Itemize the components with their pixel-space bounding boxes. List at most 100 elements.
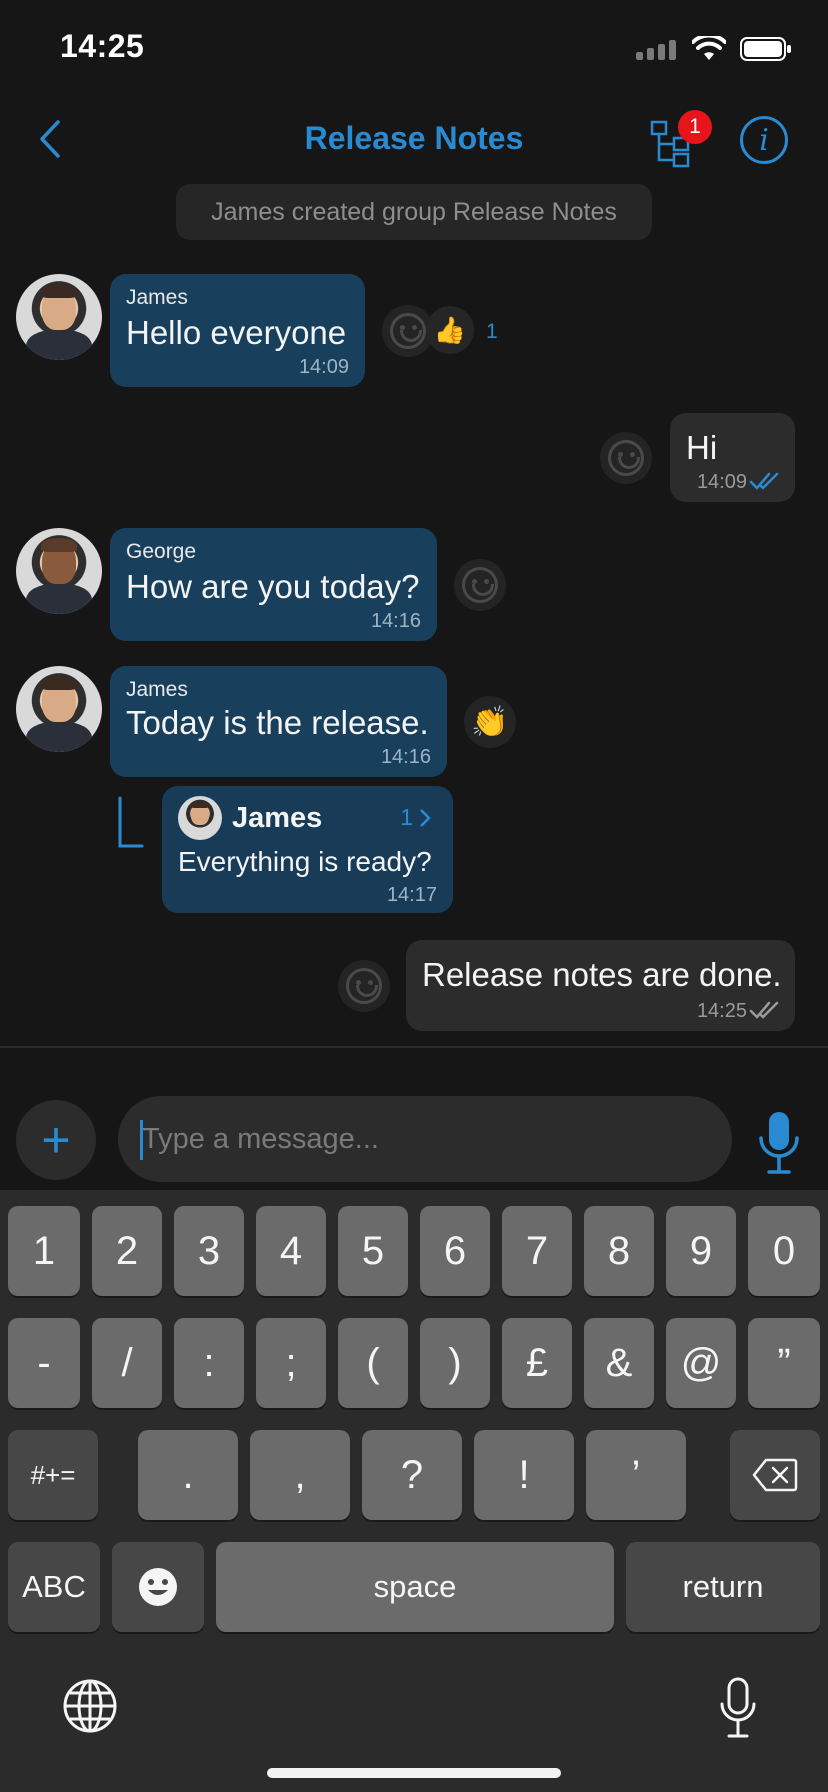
emoji-key[interactable] (112, 1542, 204, 1632)
status-icons (636, 36, 792, 62)
key-pound[interactable]: £ (502, 1318, 572, 1408)
microphone-icon (720, 1677, 756, 1738)
chevron-right-icon (420, 808, 431, 827)
notification-badge: 1 (678, 110, 712, 144)
message-time: 14:17 (386, 884, 437, 906)
key-question[interactable]: ? (362, 1430, 462, 1520)
key-4[interactable]: 4 (256, 1206, 326, 1296)
key-6[interactable]: 6 (420, 1206, 490, 1296)
message-bubble[interactable]: George How are you today? 14:16 (110, 528, 437, 641)
clapping-hands-icon: 👏 (471, 705, 509, 739)
key-colon[interactable]: : (174, 1318, 244, 1408)
smiley-icon (390, 313, 426, 349)
key-2[interactable]: 2 (92, 1206, 162, 1296)
thread-count[interactable]: 1 (400, 804, 431, 831)
language-button[interactable] (62, 1678, 118, 1734)
thread-count-value: 1 (400, 804, 413, 830)
key-9[interactable]: 9 (666, 1206, 736, 1296)
message-time: 14:16 (370, 610, 421, 632)
key-comma[interactable]: , (250, 1430, 350, 1520)
add-attachment-button[interactable]: + (16, 1100, 96, 1180)
status-bar: 14:25 (0, 0, 828, 100)
key-semicolon[interactable]: ; (256, 1318, 326, 1408)
sender-name: George (126, 540, 197, 563)
sender-name: James (126, 286, 188, 309)
reaction-chip[interactable]: 👏 (464, 696, 516, 748)
message-bubble[interactable]: James Today is the release. 14:16 (110, 666, 447, 777)
info-icon: i (759, 122, 769, 158)
emoji-icon (139, 1568, 177, 1606)
space-key[interactable]: space (216, 1542, 614, 1632)
backspace-icon (752, 1458, 798, 1492)
battery-icon (740, 37, 791, 61)
abc-key[interactable]: ABC (8, 1542, 100, 1632)
add-reaction-button[interactable] (600, 432, 652, 484)
message-composer: + (0, 1048, 828, 1190)
key-quote[interactable]: ” (748, 1318, 820, 1408)
key-close-paren[interactable]: ) (420, 1318, 490, 1408)
return-key[interactable]: return (626, 1542, 820, 1632)
avatar[interactable] (16, 666, 102, 752)
key-period[interactable]: . (138, 1430, 238, 1520)
microphone-icon (759, 1112, 799, 1174)
voice-message-button[interactable] (756, 1108, 802, 1178)
dictation-button[interactable] (718, 1676, 758, 1740)
avatar (178, 796, 222, 840)
key-1[interactable]: 1 (8, 1206, 80, 1296)
message-text: Hello everyone (126, 314, 347, 351)
symbols-key[interactable]: #+= (8, 1430, 98, 1520)
key-5[interactable]: 5 (338, 1206, 408, 1296)
key-hyphen[interactable]: - (8, 1318, 80, 1408)
message-time: 14:16 (380, 746, 431, 768)
message-bubble[interactable]: Hi 14:09 (670, 413, 795, 502)
key-ampersand[interactable]: & (584, 1318, 654, 1408)
avatar[interactable] (16, 274, 102, 360)
message-text: Everything is ready? (178, 846, 432, 877)
key-8[interactable]: 8 (584, 1206, 654, 1296)
reaction-count: 1 (486, 320, 498, 343)
key-open-paren[interactable]: ( (338, 1318, 408, 1408)
info-button[interactable]: i (740, 116, 788, 164)
message-time: 14:09 (298, 356, 349, 378)
message-text: Release notes are done. (422, 956, 782, 993)
delete-key[interactable] (730, 1430, 820, 1520)
sender-name: James (126, 678, 188, 701)
signal-icon (636, 40, 676, 60)
add-reaction-button[interactable] (338, 960, 390, 1012)
avatar[interactable] (16, 528, 102, 614)
key-slash[interactable]: / (92, 1318, 162, 1408)
message-time: 14:09 (696, 471, 747, 493)
globe-icon (63, 1679, 117, 1733)
key-exclamation[interactable]: ! (474, 1430, 574, 1520)
system-message: James created group Release Notes (176, 184, 652, 240)
smiley-icon (346, 968, 382, 1004)
key-3[interactable]: 3 (174, 1206, 244, 1296)
message-input[interactable] (118, 1096, 732, 1182)
message-bubble[interactable]: James Hello everyone 14:09 (110, 274, 365, 387)
reaction-chip[interactable]: 👍 (426, 306, 474, 354)
message-time: 14:25 (696, 1000, 747, 1022)
key-7[interactable]: 7 (502, 1206, 572, 1296)
read-receipt-icon (749, 472, 779, 490)
key-apostrophe[interactable]: ’ (586, 1430, 686, 1520)
thread-connector-icon (118, 796, 144, 848)
message-bubble[interactable]: Release notes are done. 14:25 (406, 940, 795, 1031)
key-0[interactable]: 0 (748, 1206, 820, 1296)
delivered-receipt-icon (749, 1001, 779, 1019)
plus-icon: + (41, 1112, 71, 1168)
thumbs-up-icon: 👍 (433, 314, 467, 345)
message-text: How are you today? (126, 568, 420, 605)
smiley-icon (462, 567, 498, 603)
keyboard: 1 2 3 4 5 6 7 8 9 0 - / : ; ( ) £ & @ ” … (0, 1190, 828, 1792)
thread-reply-bubble[interactable]: James 1 Everything is ready? 14:17 (162, 786, 453, 913)
smiley-icon (608, 440, 644, 476)
nav-bar: Release Notes 1 i (0, 100, 828, 180)
message-text: Today is the release. (126, 704, 429, 741)
wifi-icon (692, 36, 726, 60)
home-indicator[interactable] (267, 1768, 561, 1778)
key-at[interactable]: @ (666, 1318, 736, 1408)
add-reaction-button[interactable] (454, 559, 506, 611)
message-text: Hi (686, 429, 718, 466)
sender-name: James (232, 802, 323, 834)
text-caret (140, 1120, 143, 1160)
